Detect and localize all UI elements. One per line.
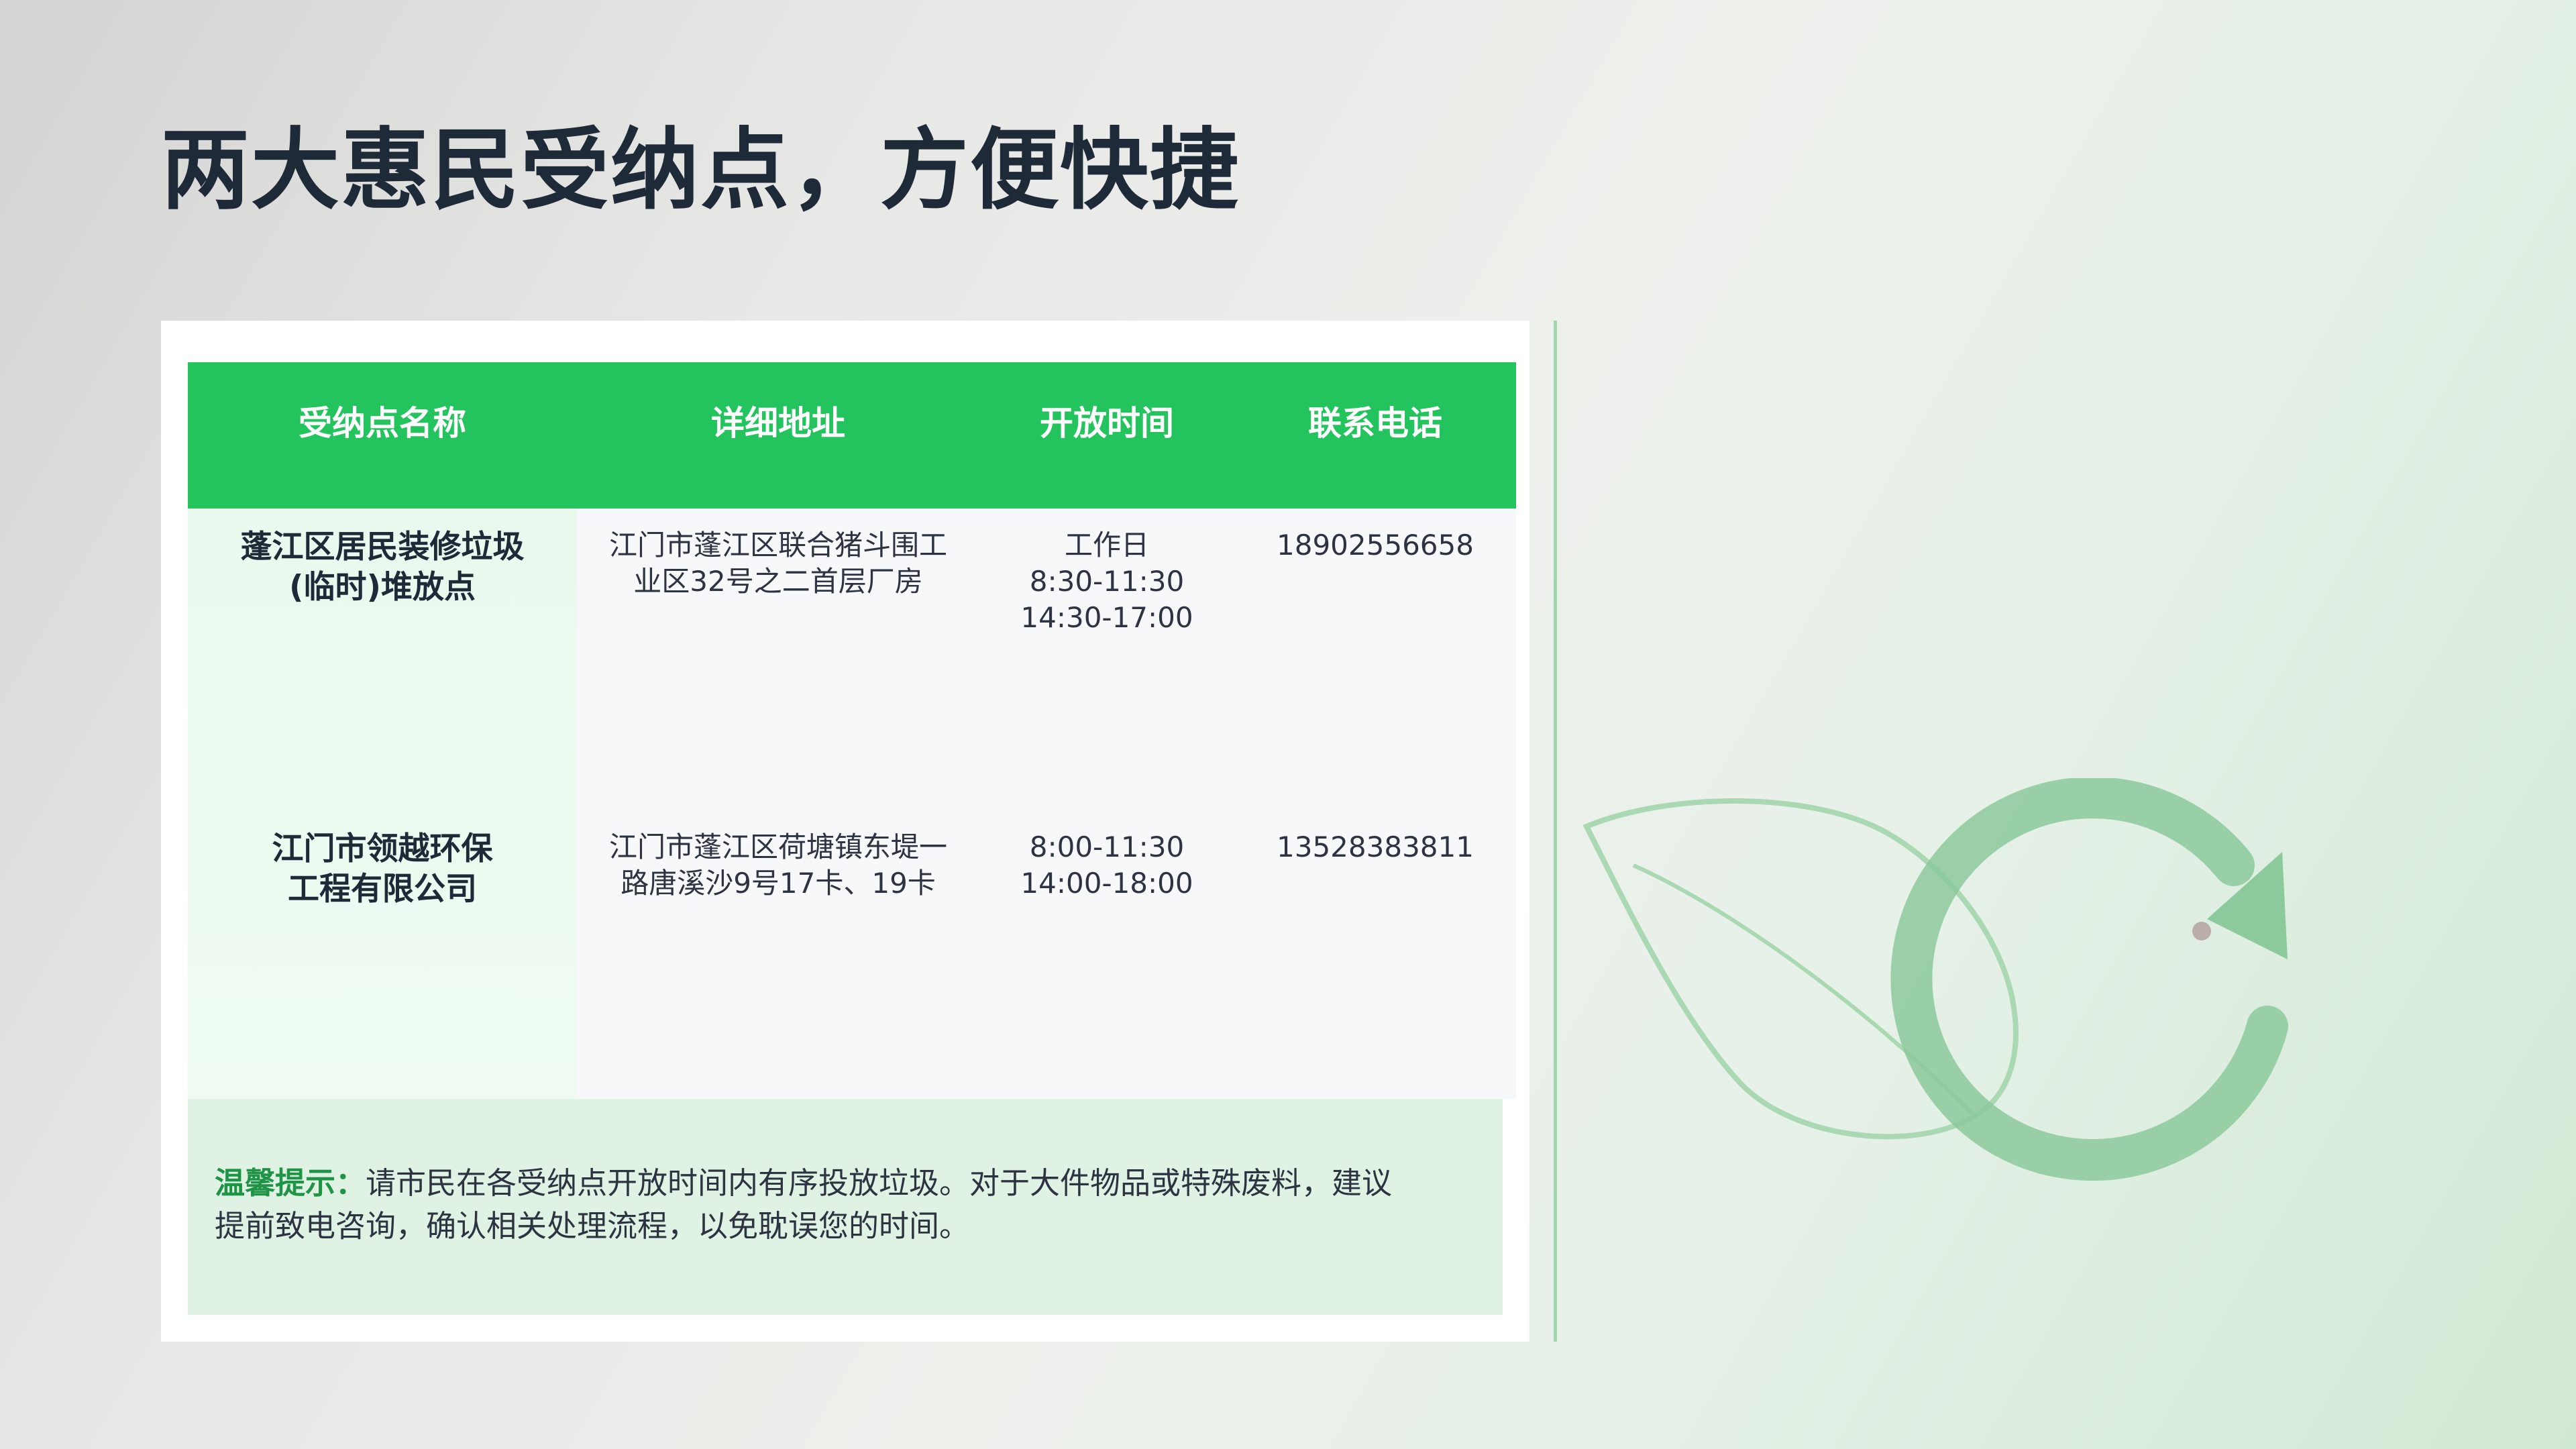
address-cell: 江门市蓬江区荷塘镇东堤一 路唐溪沙9号17卡、19卡 xyxy=(577,829,979,902)
notice-line-1: 请市民在各受纳点开放时间内有序投放垃圾。对于大件物品或特殊废料，建议 xyxy=(366,1165,1393,1201)
table-row: 蓬江区居民装修垃圾 (临时)堆放点 江门市蓬江区联合猪斗围工 业区32号之二首层… xyxy=(188,508,1516,804)
table-row: 江门市领越环保 工程有限公司 江门市蓬江区荷塘镇东堤一 路唐溪沙9号17卡、19… xyxy=(188,804,1516,1099)
reception-points-table: 受纳点名称 详细地址 开放时间 联系电话 蓬江区居民装修垃圾 (临时)堆放点 江… xyxy=(188,362,1516,1099)
hours-cell: 工作日 8:30-11:30 14:30-17:00 xyxy=(979,527,1234,636)
point-name-cell: 江门市领越环保 工程有限公司 xyxy=(188,829,577,910)
notice-line-2: 提前致电咨询，确认相关处理流程，以免耽误您的时间。 xyxy=(215,1208,970,1244)
table-header: 受纳点名称 详细地址 开放时间 联系电话 xyxy=(188,362,1516,508)
hours-line: 8:30-11:30 xyxy=(1029,565,1185,598)
hours-line: 8:00-11:30 xyxy=(1029,830,1185,863)
vertical-divider xyxy=(1554,321,1557,1342)
phone-cell: 13528383811 xyxy=(1277,830,1474,863)
header-address: 详细地址 xyxy=(711,404,845,443)
arrow-dot xyxy=(2192,922,2211,941)
hours-line: 14:00-18:00 xyxy=(1020,867,1193,900)
hours-line: 工作日 xyxy=(1064,529,1149,561)
point-name-line: (临时)堆放点 xyxy=(289,569,476,606)
table-body: 蓬江区居民装修垃圾 (临时)堆放点 江门市蓬江区联合猪斗围工 业区32号之二首层… xyxy=(188,508,1516,1099)
point-name-cell: 蓬江区居民装修垃圾 (临时)堆放点 xyxy=(188,527,577,608)
point-name-line: 江门市领越环保 xyxy=(272,830,493,867)
recycle-arrow-ring xyxy=(1890,778,2288,1181)
address-cell: 江门市蓬江区联合猪斗围工 业区32号之二首层厂房 xyxy=(577,527,979,600)
header-hours: 开放时间 xyxy=(1040,404,1174,443)
point-name-line: 蓬江区居民装修垃圾 xyxy=(240,529,525,566)
info-card: 受纳点名称 详细地址 开放时间 联系电话 蓬江区居民装修垃圾 (临时)堆放点 江… xyxy=(161,321,1529,1342)
header-phone: 联系电话 xyxy=(1308,404,1442,443)
address-line: 业区32号之二首层厂房 xyxy=(633,565,923,598)
address-line: 江门市蓬江区荷塘镇东堤一 xyxy=(608,830,947,863)
notice-label: 温馨提示： xyxy=(215,1165,366,1201)
phone-cell: 18902556658 xyxy=(1277,529,1474,561)
notice-box: 温馨提示：请市民在各受纳点开放时间内有序投放垃圾。对于大件物品或特殊废料，建议提… xyxy=(188,1099,1503,1315)
hours-cell: 8:00-11:30 14:00-18:00 xyxy=(979,829,1234,902)
point-name-line: 工程有限公司 xyxy=(288,871,477,908)
hours-line: 14:30-17:00 xyxy=(1020,601,1193,634)
leaf-recycle-icon xyxy=(1582,778,2288,1181)
slide-title: 两大惠民受纳点，方便快捷 xyxy=(161,119,1240,222)
address-line: 江门市蓬江区联合猪斗围工 xyxy=(608,529,947,561)
header-name: 受纳点名称 xyxy=(299,404,466,443)
address-line: 路唐溪沙9号17卡、19卡 xyxy=(621,867,936,900)
notice-text: 温馨提示：请市民在各受纳点开放时间内有序投放垃圾。对于大件物品或特殊废料，建议提… xyxy=(215,1162,1476,1248)
